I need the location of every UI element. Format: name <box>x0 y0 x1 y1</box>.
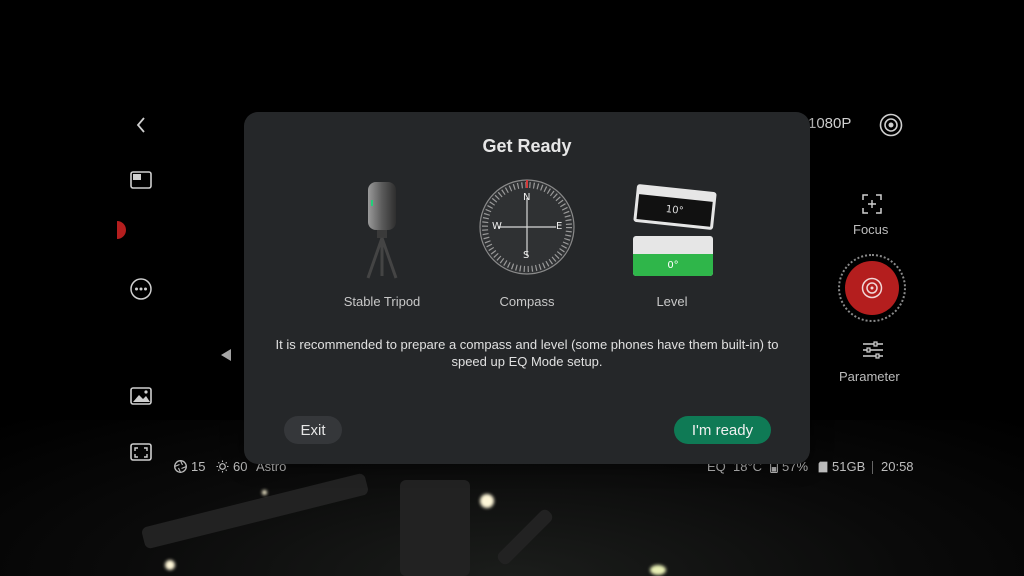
shutter-core <box>845 261 899 315</box>
shutter-button[interactable] <box>838 254 906 322</box>
sliders-icon <box>863 341 883 359</box>
background-light <box>650 565 666 575</box>
focus-label: Focus <box>853 222 889 237</box>
status-aperture: 15 <box>174 459 205 474</box>
layout-button[interactable] <box>128 168 154 192</box>
im-ready-button[interactable]: I'm ready <box>674 416 771 444</box>
exit-button[interactable]: Exit <box>284 416 342 444</box>
focus-frame-icon <box>862 194 882 214</box>
compass-west-label: W <box>492 221 502 232</box>
status-storage: 51GB <box>818 459 865 474</box>
focus-button[interactable] <box>860 192 884 216</box>
back-button[interactable] <box>130 114 152 136</box>
aperture-icon <box>174 460 187 473</box>
image-gallery-icon <box>130 387 152 405</box>
collapse-arrow-button[interactable] <box>218 346 234 364</box>
settings-button[interactable] <box>878 112 904 138</box>
sun-icon <box>216 460 229 473</box>
background-light <box>480 494 494 508</box>
status-brightness: 60 <box>216 459 247 474</box>
fullscreen-frame-icon <box>130 443 152 461</box>
get-ready-dialog: Get Ready N S W E 10° 0° Stable Tripod C… <box>244 112 810 464</box>
level-icon: 10° 0° <box>632 180 718 278</box>
fullscreen-button[interactable] <box>128 440 154 464</box>
gallery-button[interactable] <box>128 384 154 408</box>
flat-level: 0° <box>633 236 713 276</box>
compass-icon: N S W E <box>478 178 576 276</box>
triangle-left-icon <box>221 349 231 361</box>
aperture-value: 15 <box>191 459 206 474</box>
window-layout-icon <box>130 171 152 189</box>
flat-level-reading: 0° <box>667 259 679 271</box>
more-button[interactable] <box>128 276 154 302</box>
chevron-left-icon <box>136 117 145 133</box>
status-divider <box>872 461 873 474</box>
tripod-silhouette <box>400 480 470 576</box>
status-time: 20:58 <box>881 459 914 474</box>
target-settings-icon <box>879 113 903 137</box>
storage-value: 51GB <box>832 459 866 474</box>
tripod-icon <box>362 180 402 280</box>
parameter-button[interactable] <box>860 338 886 362</box>
brightness-value: 60 <box>233 459 248 474</box>
dialog-title: Get Ready <box>482 136 572 156</box>
compass-label: Compass <box>499 294 555 309</box>
level-label: Level <box>656 294 688 309</box>
red-tab-indicator[interactable] <box>117 221 126 239</box>
compass-east-label: E <box>556 221 563 232</box>
tilted-level: 10° <box>633 183 717 231</box>
tripod-label: Stable Tripod <box>343 294 421 309</box>
shutter-target-icon <box>861 277 883 299</box>
background-light <box>165 560 175 570</box>
compass-north-label: N <box>523 192 531 203</box>
sd-card-icon <box>818 461 828 472</box>
compass-south-label: S <box>523 250 530 261</box>
dialog-message: It is recommended to prepare a compass a… <box>275 337 779 369</box>
more-dots-icon <box>130 278 152 300</box>
tilted-level-reading: 10° <box>665 204 685 217</box>
background-light <box>262 490 267 495</box>
resolution-label[interactable]: 1080P <box>808 115 851 132</box>
parameter-label: Parameter <box>839 369 900 384</box>
